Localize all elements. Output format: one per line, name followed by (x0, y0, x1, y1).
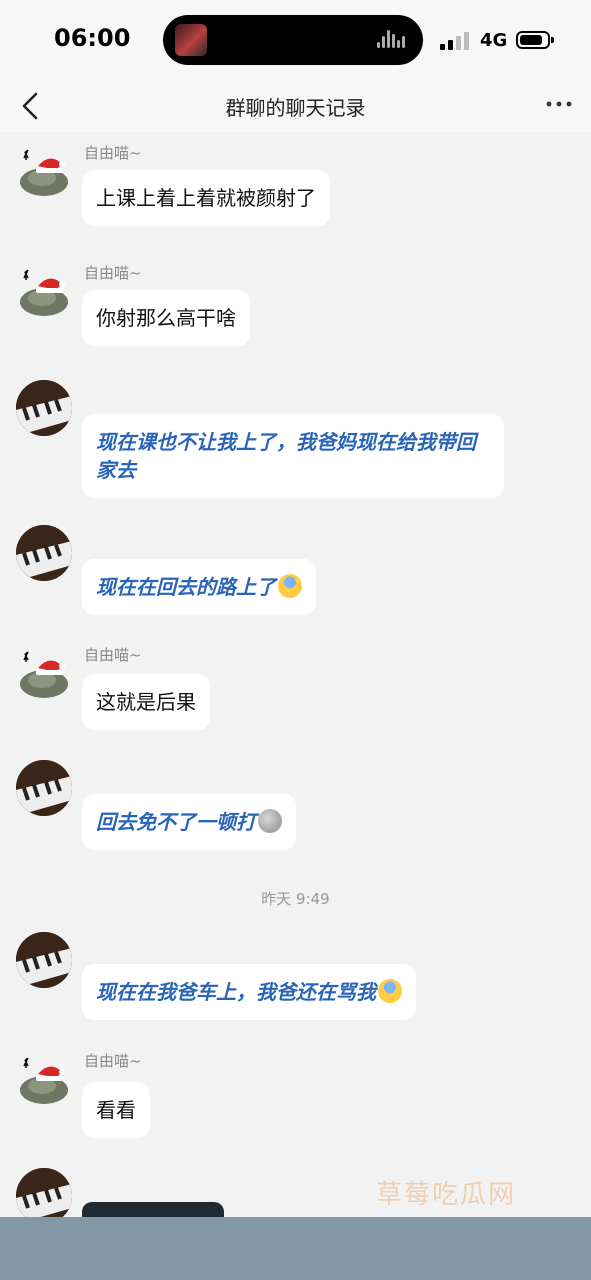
page-title: 群聊的聊天记录 (225, 96, 366, 120)
sender-name: 自由喵~ (84, 144, 142, 162)
frog-avatar[interactable] (16, 1052, 72, 1108)
fearful-face-icon (378, 979, 402, 1003)
message-bubble[interactable]: 现在课也不让我上了，我爸妈现在给我带回家去 (82, 414, 504, 498)
frog-avatar[interactable] (16, 144, 72, 200)
message-bubble[interactable]: 现在在我爸车上，我爸还在骂我 (82, 964, 416, 1020)
partial-media-bubble[interactable] (82, 1202, 224, 1217)
piano-avatar[interactable] (16, 932, 72, 988)
message-bubble[interactable]: 看看 (82, 1082, 150, 1138)
network-type: 4G (480, 30, 508, 51)
piano-avatar[interactable] (16, 1168, 72, 1217)
sender-name: 自由喵~ (84, 646, 142, 664)
message-text: 回去免不了一顿打 (96, 810, 256, 834)
piano-avatar[interactable] (16, 380, 72, 436)
nav-bar: 群聊的聊天记录 (0, 80, 591, 132)
message-text: 现在在回去的路上了 (96, 575, 276, 599)
message-text: 看看 (96, 1098, 136, 1122)
message-text: 上课上着上着就被颜射了 (96, 186, 316, 210)
status-bar: 06:00 4G (0, 0, 591, 80)
message-text: 现在课也不让我上了，我爸妈现在给我带回家去 (96, 430, 476, 482)
message-text: 这就是后果 (96, 690, 196, 714)
sender-name: 自由喵~ (84, 264, 142, 282)
message-bubble[interactable]: 现在在回去的路上了 (82, 559, 316, 615)
frog-avatar[interactable] (16, 646, 72, 702)
message-bubble[interactable]: 这就是后果 (82, 674, 210, 730)
chat-history[interactable]: 自由喵~ 上课上着上着就被颜射了 自由喵~ 你射那么高干啥 现在课也不让我上了，… (0, 132, 591, 1217)
message-text: 现在在我爸车上，我爸还在骂我 (96, 980, 376, 1004)
message-bubble[interactable]: 上课上着上着就被颜射了 (82, 170, 330, 226)
piano-avatar[interactable] (16, 760, 72, 816)
fearful-face-icon (278, 574, 302, 598)
battery-icon (516, 31, 554, 49)
audio-waveform-icon (377, 30, 407, 50)
dynamic-island[interactable] (163, 15, 423, 65)
piano-avatar[interactable] (16, 525, 72, 581)
message-timestamp: 昨天 9:49 (261, 890, 330, 908)
more-options-icon[interactable] (543, 92, 575, 116)
bottom-overlay-bar (0, 1217, 591, 1280)
now-playing-artwork (175, 24, 207, 56)
cellular-signal-icon (440, 32, 470, 50)
moon-face-icon (258, 809, 282, 833)
frog-avatar[interactable] (16, 264, 72, 320)
message-text: 你射那么高干啥 (96, 306, 236, 330)
status-time: 06:00 (54, 24, 131, 52)
message-bubble[interactable]: 你射那么高干啥 (82, 290, 250, 346)
watermark: 草莓吃瓜网 (376, 1180, 517, 1210)
message-bubble[interactable]: 回去免不了一顿打 (82, 794, 296, 850)
sender-name: 自由喵~ (84, 1052, 142, 1070)
